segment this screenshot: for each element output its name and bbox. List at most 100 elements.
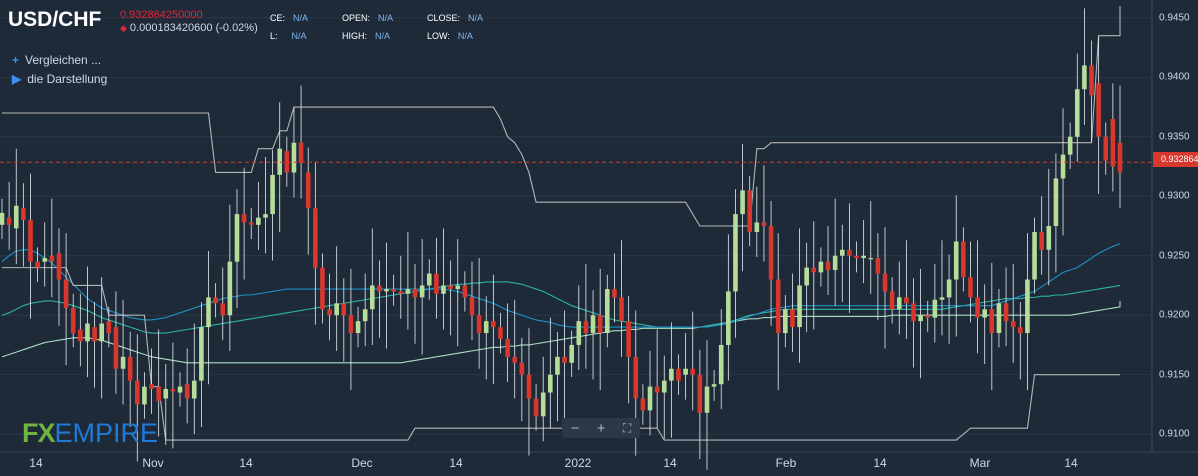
candle-down <box>1018 302 1023 380</box>
lower-channel-line <box>2 267 1120 441</box>
candle-down <box>462 271 468 312</box>
candle-up <box>832 198 838 306</box>
ohlc-value: N/A <box>468 13 484 23</box>
zoom-in-button[interactable]: + <box>597 420 606 437</box>
candle-body <box>790 309 795 328</box>
candle-down <box>790 273 795 353</box>
candle-down <box>512 299 518 399</box>
candle-body <box>134 380 140 405</box>
candle-body <box>555 356 560 375</box>
candle-body <box>362 309 368 322</box>
candle-body <box>248 222 254 225</box>
candle-body <box>391 289 396 292</box>
candle-up <box>163 363 169 445</box>
ohlc-label: HIGH: <box>342 31 368 41</box>
candle-body <box>21 208 26 221</box>
candle-body <box>1053 178 1059 226</box>
current-price-tag: 0.932864 <box>1153 152 1198 167</box>
candle-body <box>633 356 639 399</box>
candle-body <box>170 388 176 392</box>
candle-body <box>191 380 197 399</box>
candle-body <box>1032 231 1037 280</box>
candle-up <box>797 228 802 363</box>
candle-body <box>1110 118 1116 167</box>
candle-body <box>1067 136 1073 155</box>
candle-up <box>191 323 197 435</box>
candle-up <box>669 322 674 438</box>
x-tick-label: Dec <box>351 456 373 470</box>
ohlc-l: L: N/A <box>270 31 307 41</box>
candle-body <box>597 315 603 334</box>
candle-up <box>369 228 375 345</box>
candle-body <box>42 258 48 262</box>
candle-down <box>1010 264 1016 363</box>
candle-body <box>647 386 653 411</box>
candle-up <box>896 261 902 335</box>
compare-button[interactable]: + Vergleichen ... <box>12 53 101 67</box>
candle-down <box>106 306 112 348</box>
candle-body <box>1003 303 1009 322</box>
candle-body <box>996 303 1002 334</box>
candle-up <box>99 277 104 399</box>
candle-down <box>640 384 646 425</box>
candle-up <box>334 246 339 351</box>
candle-body <box>704 386 710 413</box>
candle-body <box>199 327 204 381</box>
candle-body <box>526 374 532 399</box>
ohlc-value: N/A <box>291 31 307 41</box>
candle-down <box>768 201 774 326</box>
candle-down <box>448 260 453 336</box>
x-tick-label: 14 <box>29 456 43 470</box>
candle-up <box>918 268 923 379</box>
candle-down <box>127 331 133 428</box>
candle-body <box>505 339 510 357</box>
candle-body <box>512 356 518 363</box>
candle-down <box>398 255 404 319</box>
candle-body <box>49 255 55 262</box>
candle-body <box>220 303 226 316</box>
candle-body <box>569 344 574 363</box>
candle-up <box>783 294 788 348</box>
ohlc-value: N/A <box>375 31 391 41</box>
fullscreen-button[interactable]: ⛶ <box>623 421 631 436</box>
candle-body <box>1046 226 1052 250</box>
candle-down <box>348 268 354 391</box>
candle-body <box>448 285 453 290</box>
candle-body <box>0 212 5 225</box>
price-chart[interactable] <box>0 0 1198 476</box>
x-tick-label: 14 <box>663 456 677 470</box>
last-price: 0.932864250000 <box>120 9 203 21</box>
candle-body <box>1025 279 1030 334</box>
candle-up <box>868 201 874 294</box>
candle-up <box>1032 217 1037 294</box>
zoom-out-button[interactable]: − <box>571 420 580 437</box>
candle-body <box>398 291 404 294</box>
candle-up <box>362 273 368 347</box>
candle-body <box>911 303 916 322</box>
candle-body <box>918 315 923 322</box>
candle-body <box>377 285 382 292</box>
candle-body <box>491 321 496 328</box>
candle-body <box>1010 321 1016 328</box>
candle-down <box>612 253 617 323</box>
candle-up <box>355 306 361 348</box>
candle-down <box>21 183 26 267</box>
candle-body <box>426 273 432 286</box>
candle-body <box>206 297 211 328</box>
candle-body <box>847 249 852 256</box>
candle-body <box>961 241 966 278</box>
candle-down <box>391 274 396 306</box>
candle-down <box>775 233 781 391</box>
candle-body <box>832 255 838 271</box>
candle-body <box>455 285 461 290</box>
candle-down <box>78 293 83 367</box>
candle-down <box>676 354 681 395</box>
candle-down <box>377 260 382 338</box>
candle-down <box>412 264 418 344</box>
display-button[interactable]: ▶ die Darstellung <box>12 72 107 86</box>
candle-body <box>256 217 261 225</box>
candle-down <box>491 274 496 385</box>
candle-body <box>142 386 147 405</box>
x-tick-label: Mar <box>969 456 991 470</box>
candle-up <box>206 250 211 385</box>
